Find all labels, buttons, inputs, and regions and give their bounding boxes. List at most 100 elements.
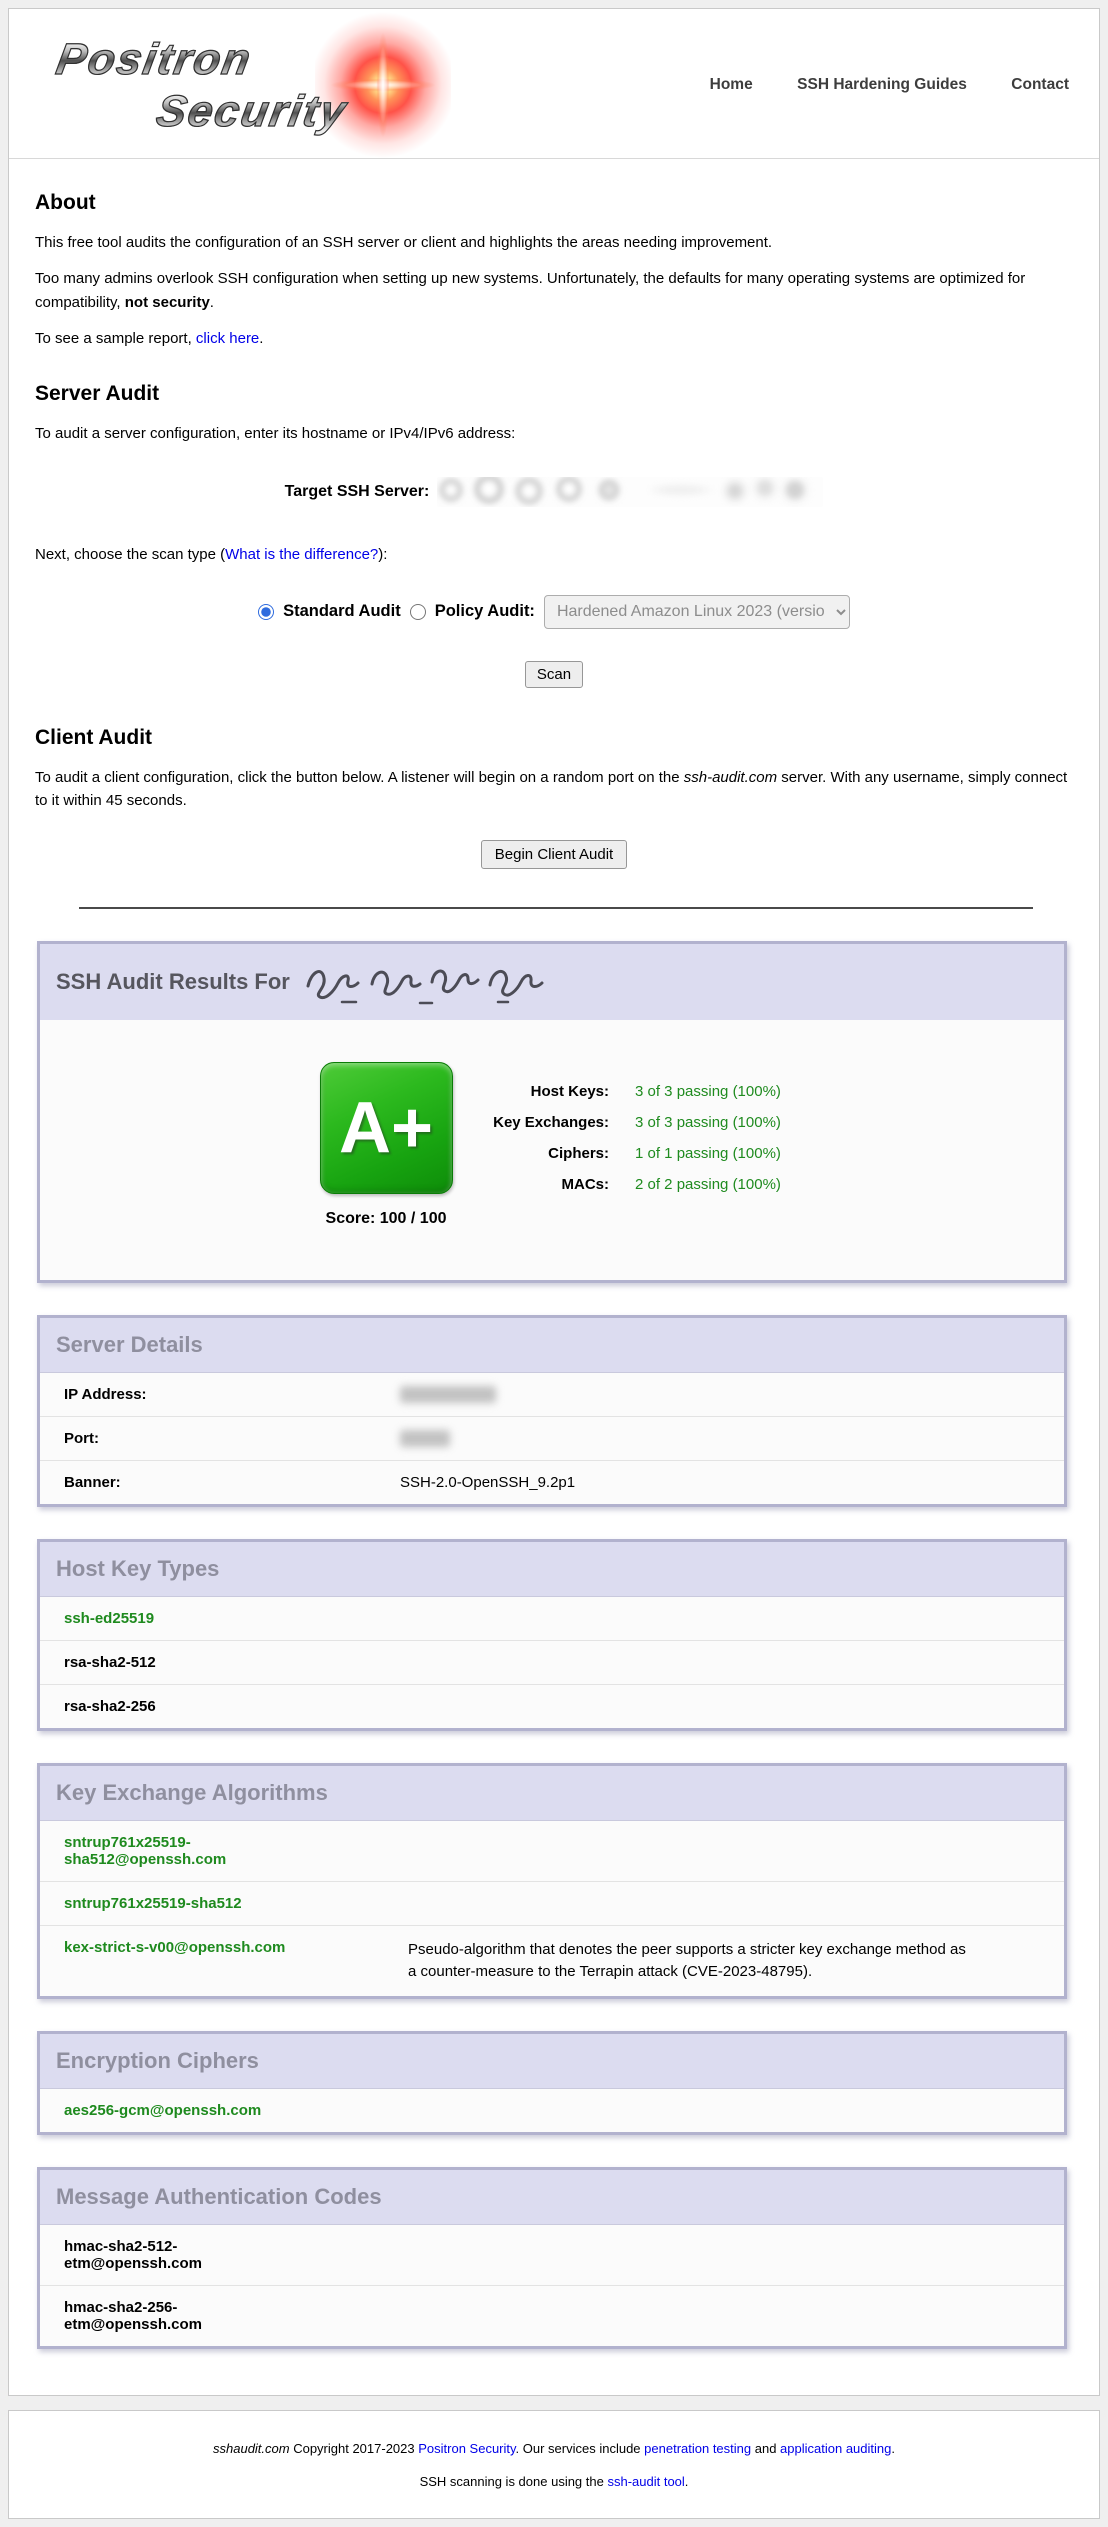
scan-type-text-after: ): — [378, 546, 387, 563]
results-body: A+ Score: 100 / 100 Host Keys: 3 of 3 pa… — [40, 1020, 1064, 1280]
standard-audit-radio[interactable] — [258, 604, 274, 620]
policy-audit-label: Policy Audit: — [435, 602, 535, 621]
footer-line-1: sshaudit.com Copyright 2017-2023 Positro… — [19, 2439, 1089, 2459]
results-title-prefix: SSH Audit Results For — [56, 969, 290, 995]
application-auditing-link[interactable]: application auditing — [780, 2441, 891, 2456]
macs-panel: Message Authentication Codes hmac-sha2-5… — [37, 2167, 1067, 2349]
about-paragraph-3: To see a sample report, click here. — [35, 327, 1073, 350]
about-paragraph-2: Too many admins overlook SSH configurati… — [35, 267, 1073, 314]
mac-row: hmac-sha2-256-etm@openssh.com — [40, 2285, 1064, 2346]
host-key-name: rsa-sha2-256 — [64, 1698, 299, 1715]
site-footer: sshaudit.com Copyright 2017-2023 Positro… — [8, 2410, 1100, 2519]
scan-type-options-row: Standard Audit Policy Audit: Hardened Am… — [35, 595, 1073, 629]
scan-type-text: Next, choose the scan type ( — [35, 546, 225, 563]
kex-note: Pseudo-algorithm that denotes the peer s… — [408, 1939, 973, 1983]
penetration-testing-link[interactable]: penetration testing — [644, 2441, 751, 2456]
footer-copyright-text: Copyright 2017-2023 — [290, 2441, 419, 2456]
redacted-port-value — [400, 1430, 450, 1447]
redacted-input-value — [437, 477, 823, 507]
key-exchange-panel: Key Exchange Algorithms sntrup761x25519-… — [37, 1763, 1067, 1999]
kex-name: sntrup761x25519-sha512@openssh.com — [64, 1834, 299, 1868]
main-nav: Home SSH Hardening Guides Contact — [670, 76, 1069, 94]
kex-row: kex-strict-s-v00@openssh.com Pseudo-algo… — [40, 1925, 1064, 1996]
cipher-row: aes256-gcm@openssh.com — [40, 2088, 1064, 2132]
ciphers-panel: Encryption Ciphers aes256-gcm@openssh.co… — [37, 2031, 1067, 2135]
host-key-name: rsa-sha2-512 — [64, 1654, 299, 1671]
begin-client-audit-button[interactable]: Begin Client Audit — [481, 840, 627, 869]
summary-row-macs: MACs: 2 of 2 passing (100%) — [484, 1169, 782, 1200]
macs-header: Message Authentication Codes — [40, 2170, 1064, 2224]
summary-row-host-keys: Host Keys: 3 of 3 passing (100%) — [484, 1076, 782, 1107]
scan-button[interactable]: Scan — [525, 661, 583, 688]
logo: Positron Security — [33, 14, 483, 156]
starburst-icon — [315, 10, 451, 160]
site-header: Positron Security Home SSH Hardening Gui… — [9, 9, 1099, 159]
target-server-input[interactable] — [437, 477, 823, 507]
policy-audit-radio[interactable] — [410, 604, 426, 620]
detail-row-banner: Banner: SSH-2.0-OpenSSH_9.2p1 — [40, 1460, 1064, 1504]
grade-column: A+ Score: 100 / 100 — [296, 1062, 476, 1228]
detail-label: IP Address: — [64, 1386, 400, 1403]
policy-select[interactable]: Hardened Amazon Linux 2023 (version 1) — [544, 595, 850, 629]
nav-contact[interactable]: Contact — [1011, 76, 1069, 93]
footer-services-text: . Our services include — [516, 2441, 645, 2456]
detail-label: Banner: — [64, 1474, 400, 1491]
server-audit-intro: To audit a server configuration, enter i… — [35, 422, 1073, 445]
client-audit-domain: ssh-audit.com — [684, 769, 777, 786]
ssh-audit-tool-link[interactable]: ssh-audit tool — [607, 2474, 684, 2489]
summary-label: Host Keys: — [484, 1076, 634, 1107]
ciphers-header: Encryption Ciphers — [40, 2034, 1064, 2088]
key-exchange-rows: sntrup761x25519-sha512@openssh.com sntru… — [40, 1820, 1064, 1996]
target-server-row: Target SSH Server: — [35, 477, 1073, 507]
detail-label: Port: — [64, 1430, 400, 1447]
redacted-hostname-scribble — [302, 960, 552, 1006]
detail-row-port: Port: — [40, 1416, 1064, 1460]
redacted-ip-value — [400, 1386, 496, 1403]
sample-report-link[interactable]: click here — [196, 330, 259, 347]
server-audit-title: Server Audit — [35, 382, 1073, 406]
mac-name: hmac-sha2-512-etm@openssh.com — [64, 2238, 299, 2272]
footer-line-2: SSH scanning is done using the ssh-audit… — [19, 2472, 1089, 2492]
summary-row-key-exchanges: Key Exchanges: 3 of 3 passing (100%) — [484, 1107, 782, 1138]
summary-value: 1 of 1 passing (100%) — [634, 1138, 782, 1169]
mac-name: hmac-sha2-256-etm@openssh.com — [64, 2299, 299, 2333]
host-key-row: rsa-sha2-256 — [40, 1684, 1064, 1728]
score-label: Score: 100 / 100 — [296, 1210, 476, 1228]
client-audit-text: To audit a client configuration, click t… — [35, 769, 684, 786]
client-audit-title: Client Audit — [35, 726, 1073, 750]
logo-text-positron: Positron — [53, 38, 255, 82]
detail-row-ip: IP Address: — [40, 1372, 1064, 1416]
footer-period: . — [891, 2441, 895, 2456]
main-card: Positron Security Home SSH Hardening Gui… — [8, 8, 1100, 2396]
nav-ssh-hardening-guides[interactable]: SSH Hardening Guides — [797, 76, 967, 93]
kex-row: sntrup761x25519-sha512@openssh.com — [40, 1820, 1064, 1881]
nav-home[interactable]: Home — [710, 76, 753, 93]
host-key-name: ssh-ed25519 — [64, 1610, 299, 1627]
host-key-types-rows: ssh-ed25519 rsa-sha2-512 rsa-sha2-256 — [40, 1596, 1064, 1728]
footer-scanning-text: SSH scanning is done using the — [420, 2474, 608, 2489]
kex-name: sntrup761x25519-sha512 — [64, 1895, 299, 1912]
about-paragraph-1: This free tool audits the configuration … — [35, 231, 1073, 254]
summary-value: 3 of 3 passing (100%) — [634, 1076, 782, 1107]
scan-type-difference-link[interactable]: What is the difference? — [225, 546, 378, 563]
logo-text-security: Security — [153, 90, 350, 134]
grade-badge: A+ — [320, 1062, 453, 1194]
positron-security-link[interactable]: Positron Security — [418, 2441, 515, 2456]
standard-audit-label: Standard Audit — [283, 602, 401, 621]
results-panel-header: SSH Audit Results For — [40, 944, 1064, 1020]
summary-row-ciphers: Ciphers: 1 of 1 passing (100%) — [484, 1138, 782, 1169]
about-title: About — [35, 191, 1073, 215]
summary-value: 3 of 3 passing (100%) — [634, 1107, 782, 1138]
footer-site-name: sshaudit.com — [213, 2441, 290, 2456]
results-panel: SSH Audit Results For A+ Score: 100 / 10… — [37, 941, 1067, 1283]
results-summary-table: Host Keys: 3 of 3 passing (100%) Key Exc… — [484, 1076, 782, 1200]
kex-name: kex-strict-s-v00@openssh.com — [64, 1939, 299, 1983]
results-separator — [79, 907, 1033, 909]
mac-row: hmac-sha2-512-etm@openssh.com — [40, 2224, 1064, 2285]
macs-rows: hmac-sha2-512-etm@openssh.com hmac-sha2-… — [40, 2224, 1064, 2346]
host-key-types-panel: Host Key Types ssh-ed25519 rsa-sha2-512 … — [37, 1539, 1067, 1731]
about-p3-text: To see a sample report, — [35, 330, 196, 347]
summary-label: MACs: — [484, 1169, 634, 1200]
cipher-name: aes256-gcm@openssh.com — [64, 2102, 299, 2119]
client-audit-paragraph: To audit a client configuration, click t… — [35, 766, 1073, 813]
